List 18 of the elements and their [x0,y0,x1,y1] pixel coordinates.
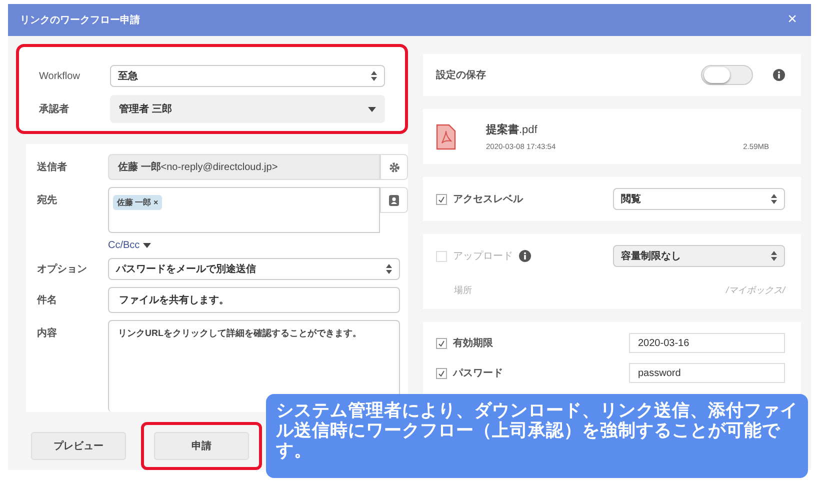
field-label: 承認者 [39,102,70,116]
sender-field: 佐藤 一郎<no-reply@directcloud.jp> [108,154,380,180]
location-text: /マイボックス/ [726,284,785,297]
field-label: Workflow [39,70,81,82]
field-label: 送信者 [37,160,68,174]
field-label: 設定の保存 [436,68,486,82]
field-label: アクセスレベル [453,193,523,206]
field-label: 内容 [37,326,58,340]
field-label: アップロード [453,250,513,263]
file-name: 提案書.pdf [486,122,538,137]
field-label: オプション [37,262,88,276]
callout-tooltip: システム管理者により、ダウンロード、リンク送信、添付ファイル送信時にワークフロー（上司承認）を強制することが可能です。 [266,394,808,478]
field-label: 件名 [37,294,58,307]
field-label: 宛先 [37,194,58,207]
field-label: 場所 [454,284,472,297]
field-label: パスワード [453,367,503,380]
field-label: 有効期限 [453,336,493,350]
dialog-title: リンクのワークフロー申請 [20,14,140,27]
